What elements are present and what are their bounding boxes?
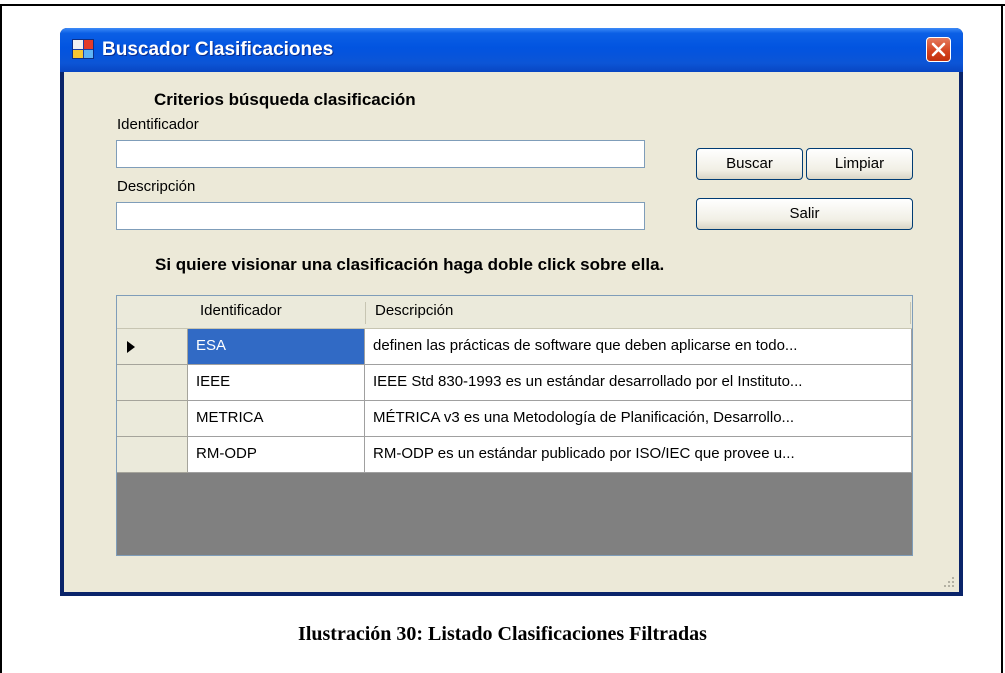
- figure-frame-left: [0, 4, 2, 673]
- identificador-label: Identificador: [117, 116, 199, 133]
- row-header[interactable]: [117, 437, 188, 473]
- figure-frame-top: [0, 4, 1005, 6]
- descripcion-input[interactable]: [116, 202, 645, 230]
- cell-identificador[interactable]: ESA: [188, 329, 365, 365]
- grid-corner-header: [117, 296, 188, 329]
- cell-descripcion[interactable]: RM-ODP es un estándar publicado por ISO/…: [365, 437, 912, 473]
- buscar-button[interactable]: Buscar: [696, 148, 803, 180]
- column-header-identificador-label: Identificador: [200, 302, 282, 319]
- cell-descripcion[interactable]: definen las prácticas de software que de…: [365, 329, 912, 365]
- table-row[interactable]: ESA definen las prácticas de software qu…: [117, 329, 912, 365]
- table-row[interactable]: METRICA MÉTRICA v3 es una Metodología de…: [117, 401, 912, 437]
- buscador-window: Buscador Clasificaciones Criterios búsqu…: [60, 28, 963, 596]
- figure-caption: Ilustración 30: Listado Clasificaciones …: [298, 623, 707, 645]
- app-icon[interactable]: [72, 39, 94, 59]
- close-icon: [931, 42, 946, 57]
- column-divider: [910, 302, 911, 324]
- row-header[interactable]: [117, 329, 188, 365]
- double-click-instruction: Si quiere visionar una clasificación hag…: [155, 255, 665, 274]
- salir-button[interactable]: Salir: [696, 198, 913, 230]
- column-header-identificador[interactable]: Identificador: [188, 296, 365, 329]
- classifications-grid[interactable]: Identificador Descripción ESA definen la…: [116, 295, 913, 556]
- window-title: Buscador Clasificaciones: [102, 39, 334, 60]
- row-pointer-icon: [127, 341, 135, 353]
- form-client-area: Criterios búsqueda clasificación Identif…: [64, 72, 959, 592]
- table-row[interactable]: IEEE IEEE Std 830-1993 es un estándar de…: [117, 365, 912, 401]
- identificador-input[interactable]: [116, 140, 645, 168]
- row-header[interactable]: [117, 401, 188, 437]
- search-criteria-title: Criterios búsqueda clasificación: [154, 90, 416, 109]
- cell-descripcion[interactable]: MÉTRICA v3 es una Metodología de Planifi…: [365, 401, 912, 437]
- close-button[interactable]: [926, 37, 951, 62]
- cell-descripcion[interactable]: IEEE Std 830-1993 es un estándar desarro…: [365, 365, 912, 401]
- cell-identificador[interactable]: IEEE: [188, 365, 365, 401]
- table-row[interactable]: RM-ODP RM-ODP es un estándar publicado p…: [117, 437, 912, 473]
- figure-frame-right: [1001, 4, 1003, 673]
- title-bar[interactable]: Buscador Clasificaciones: [60, 28, 963, 72]
- column-header-descripcion-label: Descripción: [375, 302, 454, 319]
- limpiar-button[interactable]: Limpiar: [806, 148, 913, 180]
- cell-identificador[interactable]: RM-ODP: [188, 437, 365, 473]
- descripcion-label: Descripción: [117, 178, 196, 195]
- resize-grip-icon[interactable]: [941, 574, 955, 588]
- cell-identificador[interactable]: METRICA: [188, 401, 365, 437]
- column-divider: [365, 302, 366, 324]
- row-header[interactable]: [117, 365, 188, 401]
- column-header-descripcion[interactable]: Descripción: [365, 296, 912, 329]
